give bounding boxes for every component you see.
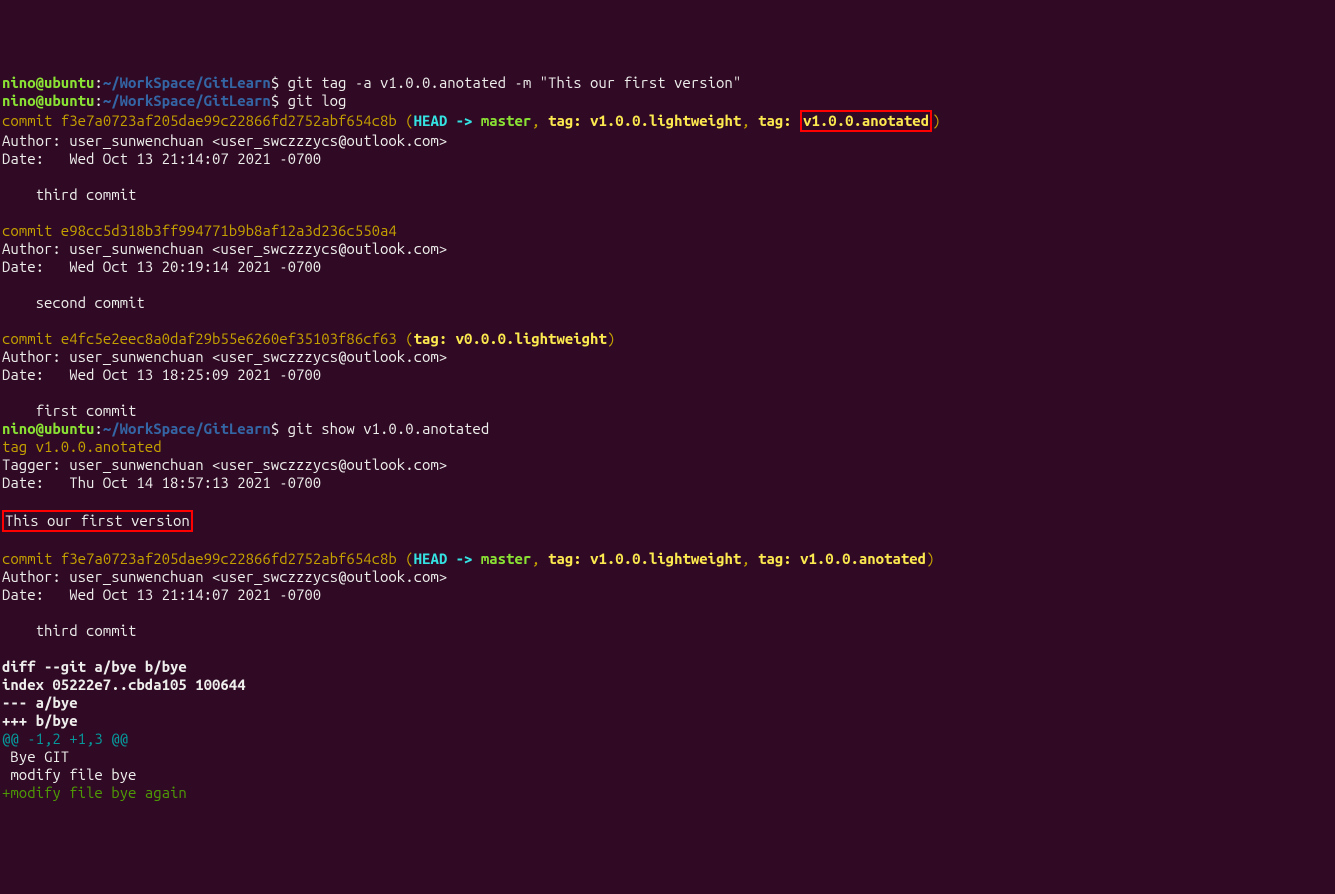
commit-hash: f3e7a0723af205dae99c22866fd2752abf654c8b <box>61 550 397 567</box>
author-line: Author: user_sunwenchuan <user_swczzzycs… <box>2 240 1333 258</box>
commit-2-header: commit e98cc5d318b3ff994771b9b8af12a3d23… <box>2 222 1333 240</box>
commit-msg: third commit <box>2 622 1333 640</box>
tag-header: tag v1.0.0.anotated <box>2 438 1333 456</box>
highlight-box-1: v1.0.0.anotated <box>800 110 932 132</box>
author-line: Author: user_sunwenchuan <user_swczzzycs… <box>2 568 1333 586</box>
commit-msg: third commit <box>2 186 1333 204</box>
tag-anotated: v1.0.0.anotated <box>803 112 929 129</box>
branch-master: master <box>481 112 531 129</box>
head-ref: HEAD -> <box>414 550 481 567</box>
commit-3-header: commit e4fc5e2eec8a0daf29b55e6260ef35103… <box>2 330 1333 348</box>
commit-1-header: commit f3e7a0723af205dae99c22866fd2752ab… <box>2 110 1333 132</box>
commit-hash: f3e7a0723af205dae99c22866fd2752abf654c8b <box>61 112 397 129</box>
prompt-line-2: nino@ubuntu:~/WorkSpace/GitLearn$ git lo… <box>2 92 1333 110</box>
tag-anotated: tag: v1.0.0.anotated <box>758 550 926 567</box>
date-line: Date: Wed Oct 13 21:14:07 2021 -0700 <box>2 150 1333 168</box>
command-1: git tag -a v1.0.0.anotated -m "This our … <box>279 74 741 91</box>
diff-to: +++ b/bye <box>2 712 1333 730</box>
date-line: Date: Wed Oct 13 20:19:14 2021 -0700 <box>2 258 1333 276</box>
branch-master: master <box>481 550 531 567</box>
tag-lightweight: tag: v0.0.0.lightweight <box>414 330 607 347</box>
diff-index: index 05222e7..cbda105 100644 <box>2 676 1333 694</box>
tag-message: This our first version <box>5 512 190 529</box>
date-line: Date: Wed Oct 13 21:14:07 2021 -0700 <box>2 586 1333 604</box>
prompt-line-3: nino@ubuntu:~/WorkSpace/GitLearn$ git sh… <box>2 420 1333 438</box>
diff-from: --- a/bye <box>2 694 1333 712</box>
commit-msg: first commit <box>2 402 1333 420</box>
commit-hash: e4fc5e2eec8a0daf29b55e6260ef35103f86cf63 <box>61 330 397 347</box>
prompt-user: nino@ubuntu <box>2 74 94 91</box>
date-line: Date: Thu Oct 14 18:57:13 2021 -0700 <box>2 474 1333 492</box>
diff-hunk: @@ -1,2 +1,3 @@ <box>2 730 1333 748</box>
head-ref: HEAD -> <box>414 112 481 129</box>
diff-add: +modify file bye again <box>2 784 1333 802</box>
tagger-line: Tagger: user_sunwenchuan <user_swczzzycs… <box>2 456 1333 474</box>
diff-context: Bye GIT <box>2 748 1333 766</box>
commit-msg: second commit <box>2 294 1333 312</box>
prompt-path: ~/WorkSpace/GitLearn <box>103 74 271 91</box>
author-line: Author: user_sunwenchuan <user_swczzzycs… <box>2 348 1333 366</box>
diff-context: modify file bye <box>2 766 1333 784</box>
highlight-box-2: This our first version <box>2 510 1333 532</box>
tag-lightweight: tag: v1.0.0.lightweight <box>548 550 741 567</box>
prompt-line-1: nino@ubuntu:~/WorkSpace/GitLearn$ git ta… <box>2 74 1333 92</box>
diff-header: diff --git a/bye b/bye <box>2 658 1333 676</box>
command-3: git show v1.0.0.anotated <box>279 420 489 437</box>
commit-4-header: commit f3e7a0723af205dae99c22866fd2752ab… <box>2 550 1333 568</box>
tag-lightweight: tag: v1.0.0.lightweight <box>548 112 741 129</box>
author-line: Author: user_sunwenchuan <user_swczzzycs… <box>2 132 1333 150</box>
terminal-output[interactable]: nino@ubuntu:~/WorkSpace/GitLearn$ git ta… <box>2 74 1333 802</box>
command-2: git log <box>279 92 346 109</box>
date-line: Date: Wed Oct 13 18:25:09 2021 -0700 <box>2 366 1333 384</box>
